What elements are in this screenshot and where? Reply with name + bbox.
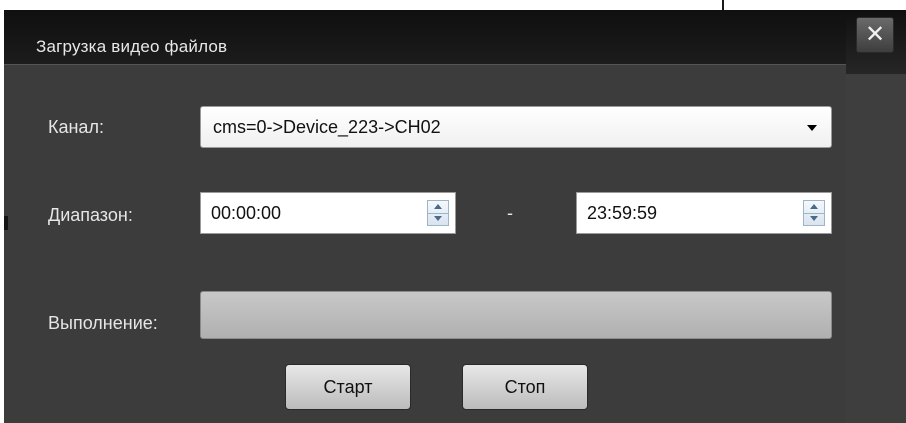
progress-label: Выполнение: <box>48 313 158 333</box>
spin-down-icon[interactable] <box>428 213 448 225</box>
chevron-down-icon[interactable] <box>807 125 817 131</box>
end-time-spinner[interactable] <box>803 200 825 226</box>
start-button[interactable]: Старт <box>285 364 411 410</box>
close-icon: ✕ <box>864 21 886 48</box>
channel-select[interactable]: cms=0->Device_223->CH02 <box>200 106 832 148</box>
range-separator: - <box>507 203 513 223</box>
progress-bar <box>200 291 832 339</box>
channel-select-value: cms=0->Device_223->CH02 <box>213 117 441 137</box>
channel-label: Канал: <box>48 117 104 137</box>
close-button[interactable]: ✕ <box>856 17 894 53</box>
background-strip <box>0 0 906 10</box>
end-time-value: 23:59:59 <box>587 203 658 223</box>
dialog-title: Загрузка видео файлов <box>36 37 228 56</box>
spin-down-icon[interactable] <box>804 213 824 225</box>
stop-button[interactable]: Стоп <box>462 364 588 410</box>
background-artifact <box>4 216 8 230</box>
background-line <box>722 0 724 10</box>
start-time-field[interactable]: 00:00:00 <box>200 192 456 234</box>
range-label: Диапазон: <box>48 205 133 225</box>
start-time-spinner[interactable] <box>427 200 449 226</box>
side-panel <box>846 74 906 423</box>
title-bar[interactable]: Загрузка видео файлов <box>4 10 846 65</box>
end-time-field[interactable]: 23:59:59 <box>576 192 832 234</box>
start-time-value: 00:00:00 <box>211 203 282 223</box>
